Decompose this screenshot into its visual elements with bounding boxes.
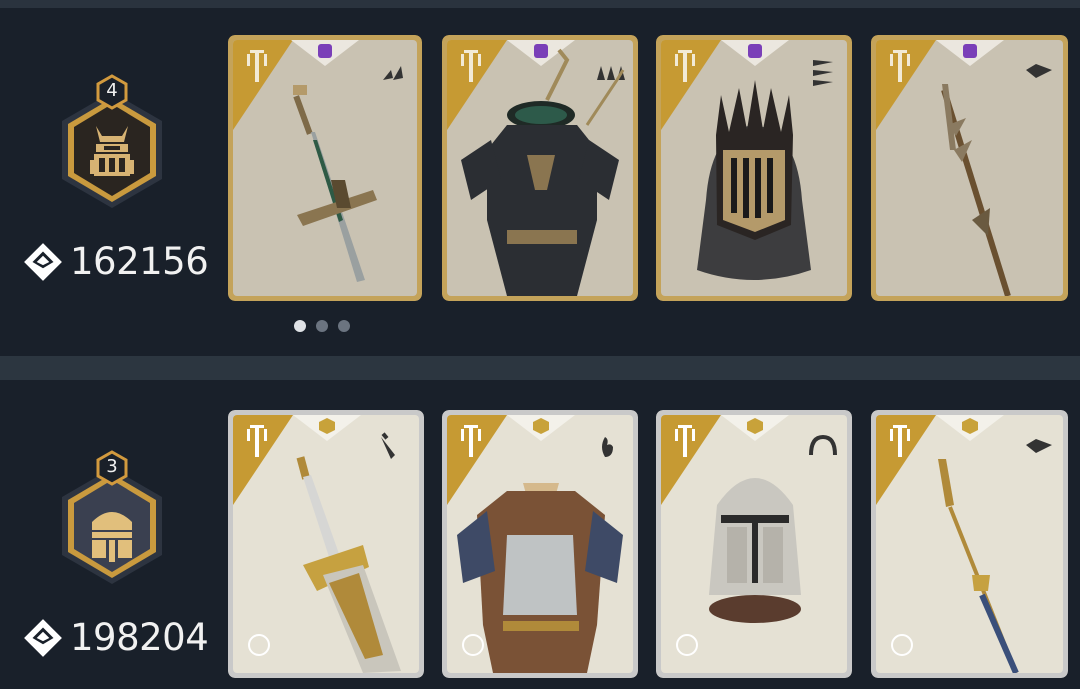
dark-spear-art xyxy=(941,84,1011,296)
score-value: 198204 xyxy=(70,616,209,659)
item-card-knight-great-helm[interactable] xyxy=(656,410,852,678)
golden-spear-art xyxy=(938,459,1019,673)
dark-greatsword-art xyxy=(293,85,377,282)
diamond-currency-icon xyxy=(24,618,62,657)
rarity-gem-icon xyxy=(748,44,762,58)
item-card-dark-greatsword[interactable] xyxy=(228,35,422,301)
blade-icon xyxy=(381,432,395,459)
forge-badge-icon xyxy=(891,634,913,656)
arc-icon xyxy=(809,434,837,456)
page-dot[interactable] xyxy=(294,320,306,332)
rank-badge-4: 4 xyxy=(52,74,172,234)
top-strip xyxy=(0,0,1080,8)
rank-number: 3 xyxy=(106,456,118,477)
arrows-icon xyxy=(813,60,833,86)
forge-badge-icon xyxy=(676,634,698,656)
page-dot[interactable] xyxy=(338,320,350,332)
rarity-corner xyxy=(233,40,293,130)
item-card-dark-crowned-helmet[interactable] xyxy=(656,35,852,301)
item-card-leather-plate-armor[interactable] xyxy=(442,410,638,678)
forge-badge-icon xyxy=(462,634,484,656)
section-divider xyxy=(0,356,1080,380)
item-card-golden-spear[interactable] xyxy=(871,410,1068,678)
diamond-currency-icon xyxy=(24,242,62,281)
score-display: 198204 xyxy=(22,616,209,659)
item-card-dark-armor[interactable] xyxy=(442,35,638,301)
forge-badge-icon xyxy=(248,634,270,656)
rank-badge-3: 3 xyxy=(52,450,172,610)
rarity-gem-icon xyxy=(318,44,332,58)
knight-great-helm-art xyxy=(709,478,801,623)
dark-crowned-helmet-art xyxy=(697,80,811,280)
pagination-dots xyxy=(294,320,350,332)
score-display: 162156 xyxy=(22,240,209,283)
leather-plate-armor-art xyxy=(457,483,623,673)
spear-head-icon xyxy=(1026,439,1052,453)
spear-head-icon xyxy=(1026,64,1052,78)
item-card-golden-greatsword[interactable] xyxy=(228,410,424,678)
rarity-gem-icon xyxy=(534,44,548,58)
golden-greatsword-art xyxy=(296,456,401,673)
flame-icon xyxy=(602,437,613,457)
dark-armor-art xyxy=(461,48,625,296)
sword-pair-icon xyxy=(383,66,403,80)
item-card-dark-spear[interactable] xyxy=(871,35,1068,301)
page-dot[interactable] xyxy=(316,320,328,332)
rarity-gem-icon xyxy=(963,44,977,58)
score-value: 162156 xyxy=(70,240,209,283)
rank-number: 4 xyxy=(106,80,118,101)
